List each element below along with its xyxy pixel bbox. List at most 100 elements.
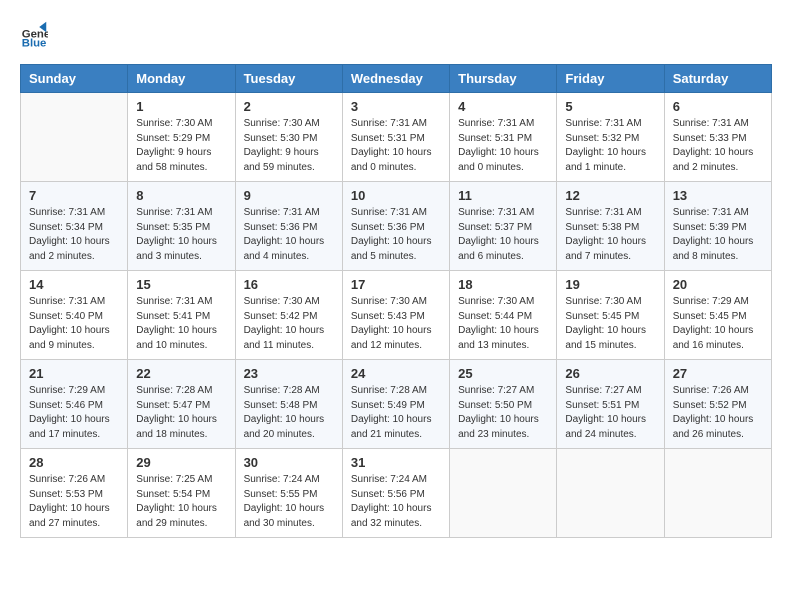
day-number: 11 (458, 188, 548, 203)
day-info: Sunrise: 7:25 AM Sunset: 5:54 PM Dayligh… (136, 473, 226, 531)
weekday-header: Sunday (21, 65, 128, 93)
calendar-cell: 16 Sunrise: 7:30 AM Sunset: 5:42 PM Dayli… (235, 271, 342, 360)
calendar-cell: 20 Sunrise: 7:29 AM Sunset: 5:45 PM Dayli… (664, 271, 771, 360)
day-number: 5 (565, 99, 655, 114)
calendar-week-row: 14Sunrise: 7:31 AM Sunset: 5:40 PM Dayli… (21, 271, 772, 360)
weekday-header: Thursday (450, 65, 557, 93)
page-header: General Blue (20, 20, 772, 48)
calendar-cell (664, 449, 771, 538)
calendar-cell: 10 Sunrise: 7:31 AM Sunset: 5:36 PM Dayli… (342, 182, 449, 271)
calendar-cell: 4 Sunrise: 7:31 AM Sunset: 5:31 PM Daylig… (450, 93, 557, 182)
day-number: 28 (29, 455, 119, 470)
calendar-cell: 25 Sunrise: 7:27 AM Sunset: 5:50 PM Dayli… (450, 360, 557, 449)
day-number: 18 (458, 277, 548, 292)
day-number: 19 (565, 277, 655, 292)
weekday-header: Saturday (664, 65, 771, 93)
day-info: Sunrise: 7:31 AM Sunset: 5:31 PM Dayligh… (458, 117, 548, 175)
weekday-header-row: SundayMondayTuesdayWednesdayThursdayFrid… (21, 65, 772, 93)
calendar-cell: 11 Sunrise: 7:31 AM Sunset: 5:37 PM Dayli… (450, 182, 557, 271)
day-info: Sunrise: 7:30 AM Sunset: 5:43 PM Dayligh… (351, 295, 441, 353)
day-number: 1 (136, 99, 226, 114)
calendar-week-row: 7Sunrise: 7:31 AM Sunset: 5:34 PM Daylig… (21, 182, 772, 271)
day-info: Sunrise: 7:29 AM Sunset: 5:46 PM Dayligh… (29, 384, 119, 442)
calendar-cell: 24 Sunrise: 7:28 AM Sunset: 5:49 PM Dayli… (342, 360, 449, 449)
day-number: 30 (244, 455, 334, 470)
calendar-cell: 30 Sunrise: 7:24 AM Sunset: 5:55 PM Dayli… (235, 449, 342, 538)
svg-text:Blue: Blue (22, 37, 47, 48)
calendar-cell: 14Sunrise: 7:31 AM Sunset: 5:40 PM Dayli… (21, 271, 128, 360)
day-number: 25 (458, 366, 548, 381)
calendar-cell: 9 Sunrise: 7:31 AM Sunset: 5:36 PM Daylig… (235, 182, 342, 271)
calendar-cell: 22Sunrise: 7:28 AM Sunset: 5:47 PM Dayli… (128, 360, 235, 449)
day-info: Sunrise: 7:26 AM Sunset: 5:52 PM Dayligh… (673, 384, 763, 442)
calendar-cell: 31 Sunrise: 7:24 AM Sunset: 5:56 PM Dayli… (342, 449, 449, 538)
calendar-cell: 2 Sunrise: 7:30 AM Sunset: 5:30 PM Daylig… (235, 93, 342, 182)
day-number: 14 (29, 277, 119, 292)
calendar-cell: 13 Sunrise: 7:31 AM Sunset: 5:39 PM Dayli… (664, 182, 771, 271)
day-number: 10 (351, 188, 441, 203)
calendar-cell: 5 Sunrise: 7:31 AM Sunset: 5:32 PM Daylig… (557, 93, 664, 182)
day-number: 2 (244, 99, 334, 114)
day-info: Sunrise: 7:31 AM Sunset: 5:33 PM Dayligh… (673, 117, 763, 175)
weekday-header: Wednesday (342, 65, 449, 93)
calendar-week-row: 28 Sunrise: 7:26 AM Sunset: 5:53 PM Dayli… (21, 449, 772, 538)
day-number: 3 (351, 99, 441, 114)
day-info: Sunrise: 7:31 AM Sunset: 5:37 PM Dayligh… (458, 206, 548, 264)
day-number: 6 (673, 99, 763, 114)
calendar-cell: 15Sunrise: 7:31 AM Sunset: 5:41 PM Dayli… (128, 271, 235, 360)
day-info: Sunrise: 7:24 AM Sunset: 5:56 PM Dayligh… (351, 473, 441, 531)
day-info: Sunrise: 7:29 AM Sunset: 5:45 PM Dayligh… (673, 295, 763, 353)
day-info: Sunrise: 7:31 AM Sunset: 5:31 PM Dayligh… (351, 117, 441, 175)
calendar-cell: 3 Sunrise: 7:31 AM Sunset: 5:31 PM Daylig… (342, 93, 449, 182)
day-number: 21 (29, 366, 119, 381)
day-info: Sunrise: 7:30 AM Sunset: 5:29 PM Dayligh… (136, 117, 226, 175)
calendar-week-row: 1 Sunrise: 7:30 AM Sunset: 5:29 PM Daylig… (21, 93, 772, 182)
day-number: 12 (565, 188, 655, 203)
day-info: Sunrise: 7:27 AM Sunset: 5:51 PM Dayligh… (565, 384, 655, 442)
day-number: 13 (673, 188, 763, 203)
day-info: Sunrise: 7:31 AM Sunset: 5:36 PM Dayligh… (351, 206, 441, 264)
calendar-cell: 17Sunrise: 7:30 AM Sunset: 5:43 PM Dayli… (342, 271, 449, 360)
day-number: 16 (244, 277, 334, 292)
day-number: 29 (136, 455, 226, 470)
calendar-cell: 23Sunrise: 7:28 AM Sunset: 5:48 PM Dayli… (235, 360, 342, 449)
weekday-header: Tuesday (235, 65, 342, 93)
logo: General Blue (20, 20, 52, 48)
day-number: 8 (136, 188, 226, 203)
day-number: 22 (136, 366, 226, 381)
day-info: Sunrise: 7:31 AM Sunset: 5:41 PM Dayligh… (136, 295, 226, 353)
day-info: Sunrise: 7:27 AM Sunset: 5:50 PM Dayligh… (458, 384, 548, 442)
day-info: Sunrise: 7:26 AM Sunset: 5:53 PM Dayligh… (29, 473, 119, 531)
day-info: Sunrise: 7:30 AM Sunset: 5:30 PM Dayligh… (244, 117, 334, 175)
day-number: 24 (351, 366, 441, 381)
calendar-cell: 7Sunrise: 7:31 AM Sunset: 5:34 PM Daylig… (21, 182, 128, 271)
calendar-cell: 1 Sunrise: 7:30 AM Sunset: 5:29 PM Daylig… (128, 93, 235, 182)
calendar-cell: 26 Sunrise: 7:27 AM Sunset: 5:51 PM Dayli… (557, 360, 664, 449)
day-info: Sunrise: 7:31 AM Sunset: 5:39 PM Dayligh… (673, 206, 763, 264)
day-number: 31 (351, 455, 441, 470)
day-info: Sunrise: 7:30 AM Sunset: 5:42 PM Dayligh… (244, 295, 334, 353)
calendar-cell (450, 449, 557, 538)
day-number: 4 (458, 99, 548, 114)
logo-icon: General Blue (20, 20, 48, 48)
calendar-cell: 12Sunrise: 7:31 AM Sunset: 5:38 PM Dayli… (557, 182, 664, 271)
calendar-table: SundayMondayTuesdayWednesdayThursdayFrid… (20, 64, 772, 538)
weekday-header: Friday (557, 65, 664, 93)
calendar-cell: 29 Sunrise: 7:25 AM Sunset: 5:54 PM Dayli… (128, 449, 235, 538)
day-number: 20 (673, 277, 763, 292)
calendar-week-row: 21 Sunrise: 7:29 AM Sunset: 5:46 PM Dayli… (21, 360, 772, 449)
day-number: 26 (565, 366, 655, 381)
calendar-cell: 18Sunrise: 7:30 AM Sunset: 5:44 PM Dayli… (450, 271, 557, 360)
day-info: Sunrise: 7:31 AM Sunset: 5:35 PM Dayligh… (136, 206, 226, 264)
day-info: Sunrise: 7:31 AM Sunset: 5:36 PM Dayligh… (244, 206, 334, 264)
calendar-cell: 6 Sunrise: 7:31 AM Sunset: 5:33 PM Daylig… (664, 93, 771, 182)
day-info: Sunrise: 7:28 AM Sunset: 5:49 PM Dayligh… (351, 384, 441, 442)
calendar-cell: 19 Sunrise: 7:30 AM Sunset: 5:45 PM Dayli… (557, 271, 664, 360)
day-number: 9 (244, 188, 334, 203)
day-info: Sunrise: 7:24 AM Sunset: 5:55 PM Dayligh… (244, 473, 334, 531)
day-info: Sunrise: 7:30 AM Sunset: 5:45 PM Dayligh… (565, 295, 655, 353)
day-info: Sunrise: 7:31 AM Sunset: 5:32 PM Dayligh… (565, 117, 655, 175)
day-info: Sunrise: 7:31 AM Sunset: 5:34 PM Dayligh… (29, 206, 119, 264)
day-number: 27 (673, 366, 763, 381)
weekday-header: Monday (128, 65, 235, 93)
